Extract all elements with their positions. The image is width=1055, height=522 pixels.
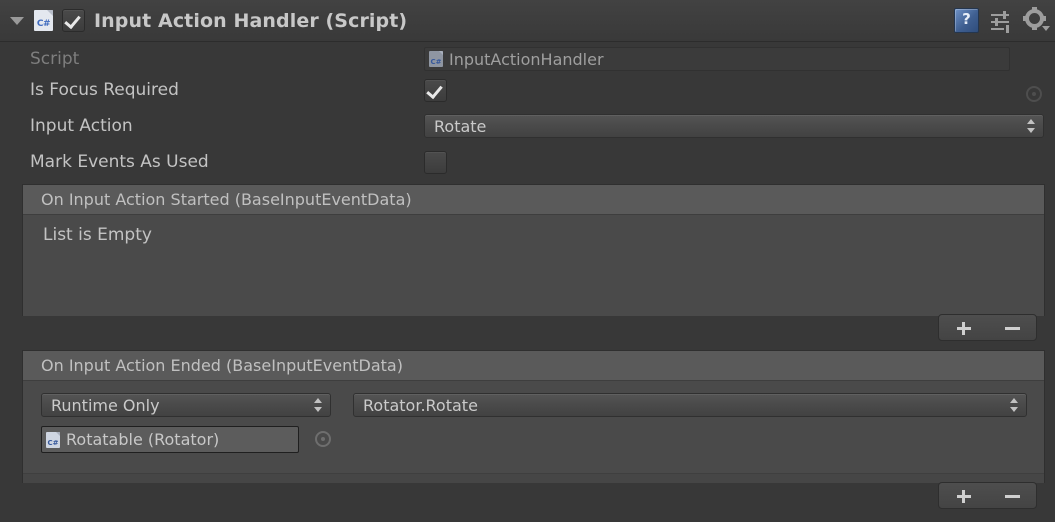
event-add-remove-group-ended — [938, 482, 1037, 509]
chevron-updown-icon — [1010, 398, 1019, 412]
property-row-mark-events-as-used: Mark Events As Used — [0, 144, 1055, 180]
triangle-down-icon — [10, 16, 24, 25]
property-row-is-focus-required: Is Focus Required — [0, 72, 1055, 108]
event-call-state-dropdown[interactable]: Runtime Only — [41, 393, 331, 417]
csharp-script-icon: C# — [46, 431, 60, 448]
event-target-object-value: Rotatable (Rotator) — [66, 430, 220, 449]
chevron-updown-icon — [314, 398, 323, 412]
csharp-script-icon: C# — [429, 51, 443, 67]
event-remove-button-ended[interactable] — [988, 483, 1037, 508]
input-action-dropdown[interactable]: Rotate — [424, 114, 1044, 138]
event-body-ended: Runtime Only Rotator.Rotate C# Rotatable… — [23, 381, 1044, 473]
component-title: Input Action Handler (Script) — [94, 9, 408, 32]
event-add-button-ended[interactable] — [939, 483, 988, 508]
chevron-updown-icon — [1027, 119, 1036, 133]
property-row-input-action: Input Action Rotate — [0, 108, 1055, 144]
script-label: Script — [30, 49, 80, 69]
component-enabled-checkbox[interactable] — [62, 9, 85, 32]
mark-events-as-used-checkbox[interactable] — [424, 151, 447, 174]
event-add-remove-group-started — [938, 314, 1037, 341]
event-target-object-picker-icon[interactable] — [315, 431, 331, 447]
preset-sliders-icon[interactable] — [990, 10, 1013, 33]
event-box-on-input-action-started: On Input Action Started (BaseInputEventD… — [22, 184, 1045, 316]
is-focus-required-checkbox[interactable] — [424, 79, 447, 102]
event-method-value: Rotator.Rotate — [363, 395, 478, 415]
script-object-value: InputActionHandler — [449, 49, 604, 69]
csharp-script-icon: C# — [34, 10, 53, 31]
component-icon-wrap: C# — [34, 10, 53, 31]
event-header-started[interactable]: On Input Action Started (BaseInputEventD… — [23, 185, 1044, 215]
component-header[interactable]: C# Input Action Handler (Script) — [0, 0, 1055, 42]
gear-dropdown-icon[interactable] — [1023, 7, 1050, 32]
event-empty-label: List is Empty — [43, 225, 152, 245]
event-target-object-field[interactable]: C# Rotatable (Rotator) — [41, 426, 299, 453]
event-header-ended[interactable]: On Input Action Ended (BaseInputEventDat… — [23, 351, 1044, 381]
mark-events-as-used-label: Mark Events As Used — [30, 152, 209, 172]
event-body-started: List is Empty — [23, 215, 1044, 316]
event-remove-button-started[interactable] — [988, 315, 1037, 340]
event-footer-strip — [23, 473, 1044, 483]
event-box-on-input-action-ended: On Input Action Ended (BaseInputEventDat… — [22, 350, 1045, 483]
event-call-state-value: Runtime Only — [51, 395, 160, 415]
event-add-button-started[interactable] — [939, 315, 988, 340]
help-book-icon[interactable] — [954, 8, 979, 33]
event-header-label: On Input Action Started (BaseInputEventD… — [41, 190, 412, 209]
script-object-field: C# InputActionHandler — [424, 47, 1010, 71]
csharp-script-icon-label: C# — [36, 19, 51, 29]
foldout-toggle[interactable] — [4, 0, 30, 41]
input-action-label: Input Action — [30, 116, 133, 136]
event-method-dropdown[interactable]: Rotator.Rotate — [353, 393, 1027, 417]
event-header-label: On Input Action Ended (BaseInputEventDat… — [41, 356, 403, 375]
input-action-value: Rotate — [434, 116, 487, 136]
header-tool-buttons — [954, 0, 1050, 41]
is-focus-required-label: Is Focus Required — [30, 80, 179, 100]
